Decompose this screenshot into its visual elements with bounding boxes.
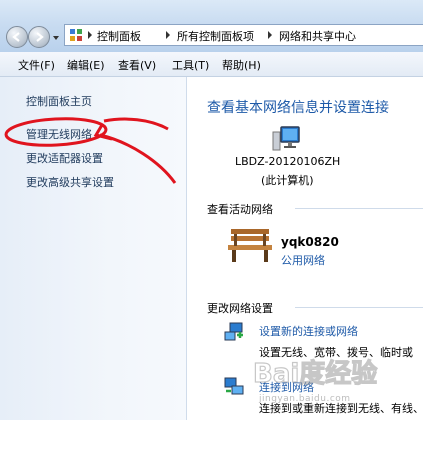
address-bar: 控制面板 所有控制面板项 网络和共享中心 — [0, 0, 423, 52]
forward-arrow-icon — [36, 32, 44, 42]
sidebar: 控制面板主页 管理无线网络 更改适配器设置 更改高级共享设置 — [0, 77, 187, 420]
sidebar-item-advanced-sharing[interactable]: 更改高级共享设置 — [26, 174, 114, 190]
breadcrumb-arrow-icon[interactable] — [165, 31, 171, 39]
page-title: 查看基本网络信息并设置连接 — [207, 100, 389, 116]
section-divider — [295, 307, 423, 308]
menu-view[interactable]: 查看(V) — [118, 57, 156, 73]
change-settings-heading: 更改网络设置 — [207, 302, 273, 315]
history-dropdown-icon[interactable] — [52, 34, 60, 42]
breadcrumb-arrow-icon — [88, 31, 92, 39]
network-name: yqk0820 — [281, 235, 339, 249]
breadcrumb-control-panel[interactable]: 控制面板 — [97, 28, 141, 44]
new-connection-icon[interactable] — [223, 321, 245, 343]
menu-help[interactable]: 帮助(H) — [222, 57, 261, 73]
network-type-link[interactable]: 公用网络 — [281, 252, 325, 268]
connect-network-icon[interactable] — [223, 375, 245, 397]
computer-icon[interactable] — [271, 123, 301, 153]
public-network-bench-icon[interactable] — [225, 225, 275, 265]
forward-button[interactable] — [28, 26, 50, 48]
breadcrumb-arrow-icon[interactable] — [267, 31, 273, 39]
computer-name: LBDZ-20120106ZH — [235, 155, 341, 168]
breadcrumb-all-items[interactable]: 所有控制面板项 — [177, 28, 254, 44]
svg-text:Bai度经验: Bai度经验 — [253, 358, 377, 389]
menu-bar: 文件(F) 编辑(E) 查看(V) 工具(T) 帮助(H) — [0, 52, 423, 77]
setup-connection-link[interactable]: 设置新的连接或网络 — [259, 323, 358, 339]
menu-tools[interactable]: 工具(T) — [172, 57, 209, 73]
sidebar-item-adapter-settings[interactable]: 更改适配器设置 — [26, 150, 103, 166]
sidebar-item-home[interactable]: 控制面板主页 — [26, 93, 92, 109]
sidebar-item-manage-wireless[interactable]: 管理无线网络 — [26, 126, 92, 142]
network-sharing-center-window: 控制面板 所有控制面板项 网络和共享中心 文件(F) 编辑(E) 查看(V) 工… — [0, 0, 423, 450]
control-panel-icon — [70, 29, 82, 41]
watermark-url: jingyan.baidu.com — [259, 394, 351, 404]
breadcrumb-network-center[interactable]: 网络和共享中心 — [279, 28, 356, 44]
section-divider — [295, 208, 423, 209]
active-networks-heading: 查看活动网络 — [207, 203, 273, 216]
baidu-jingyan-watermark: Bai度经验 — [253, 357, 378, 389]
address-field[interactable]: 控制面板 所有控制面板项 网络和共享中心 — [64, 24, 423, 46]
menu-edit[interactable]: 编辑(E) — [67, 57, 105, 73]
menu-file[interactable]: 文件(F) — [18, 57, 55, 73]
computer-label: (此计算机) — [261, 174, 314, 187]
back-arrow-icon — [12, 32, 20, 42]
back-button[interactable] — [6, 26, 28, 48]
